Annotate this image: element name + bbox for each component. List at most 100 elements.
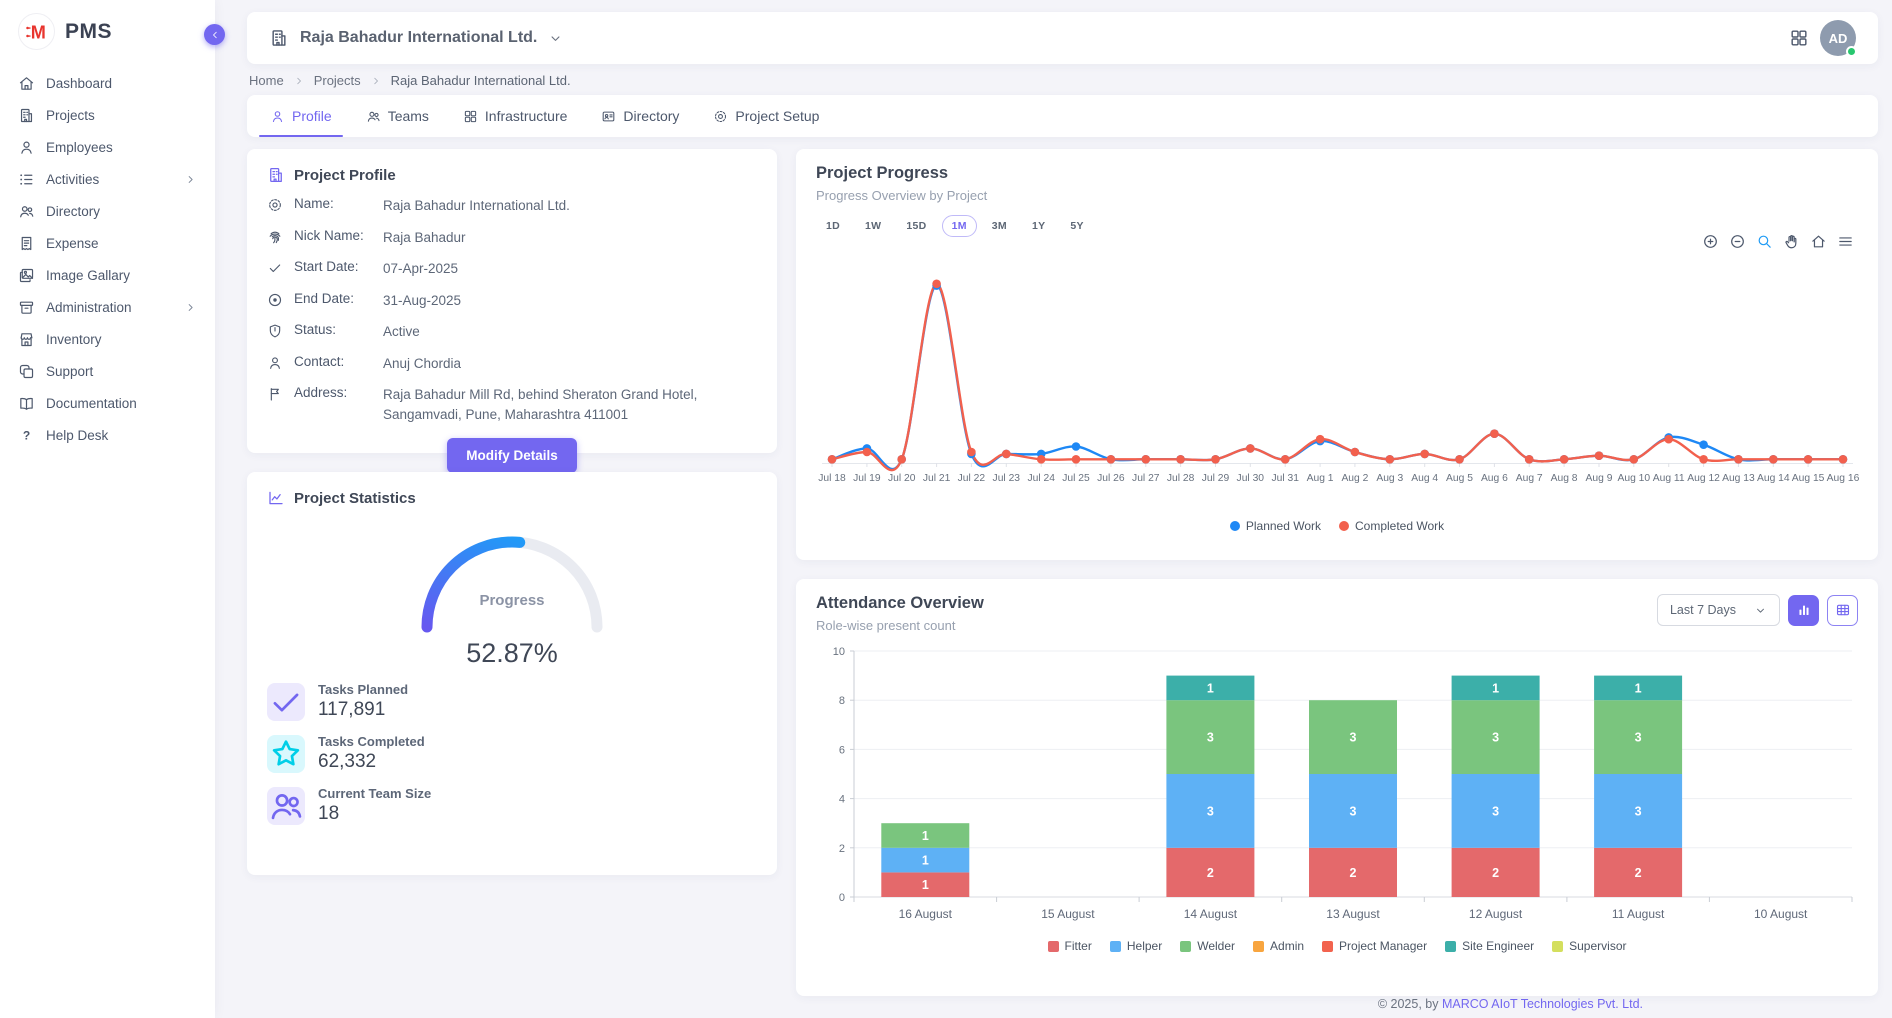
footer-company-link[interactable]: MARCO AIoT Technologies Pvt. Ltd. [1442, 997, 1643, 1011]
svg-text:Jul 29: Jul 29 [1202, 473, 1230, 484]
stat-value: 117,891 [318, 699, 408, 721]
chart-view-button[interactable] [1788, 595, 1819, 626]
star-icon [267, 735, 305, 773]
breadcrumb-item-projects[interactable]: Projects [314, 73, 361, 88]
svg-text:3: 3 [1207, 731, 1214, 745]
avatar[interactable]: AD [1820, 20, 1856, 56]
field-label: Name: [294, 196, 372, 211]
field-value: 07-Apr-2025 [383, 259, 458, 279]
bars-solid-icon [1796, 602, 1812, 618]
legend-fitter[interactable]: Fitter [1048, 939, 1092, 953]
legend-welder[interactable]: Welder [1180, 939, 1235, 953]
sidebar-item-label: Administration [46, 300, 132, 315]
tab-directory[interactable]: Directory [584, 95, 696, 137]
statistics-list: Tasks Planned 117,891 Tasks Completed 62… [267, 682, 757, 825]
svg-text:11 August: 11 August [1612, 907, 1665, 921]
range-button-15d[interactable]: 15D [896, 215, 936, 237]
pms-logo-icon: M [18, 13, 55, 50]
svg-text:Jul 19: Jul 19 [853, 473, 881, 484]
legend-swatch [1048, 941, 1059, 952]
svg-text:1: 1 [922, 878, 929, 892]
svg-text:Jul 23: Jul 23 [993, 473, 1021, 484]
sidebar-item-inventory[interactable]: Inventory [0, 324, 215, 355]
legend-helper[interactable]: Helper [1110, 939, 1162, 953]
apps-grid-icon[interactable] [1789, 28, 1809, 48]
sidebar-item-directory[interactable]: Directory [0, 196, 215, 227]
range-button-1d[interactable]: 1D [816, 215, 850, 237]
modify-details-button[interactable]: Modify Details [447, 438, 577, 473]
range-button-5y[interactable]: 5Y [1060, 215, 1093, 237]
attendance-subtitle: Role-wise present count [816, 618, 984, 633]
svg-text:Jul 18: Jul 18 [818, 473, 846, 484]
sidebar-item-support[interactable]: Support [0, 356, 215, 387]
building-icon [267, 166, 285, 184]
sidebar-item-help-desk[interactable]: ? Help Desk [0, 420, 215, 451]
flag-icon [267, 386, 283, 402]
range-button-1m[interactable]: 1M [942, 215, 977, 237]
legend-completed-work[interactable]: Completed Work [1339, 519, 1444, 533]
view-toggle-buttons [1788, 595, 1858, 626]
range-select[interactable]: Last 7 Days [1657, 594, 1780, 626]
legend-planned-work[interactable]: Planned Work [1230, 519, 1321, 533]
tab-label: Teams [388, 108, 429, 124]
tab-infrastructure[interactable]: Infrastructure [446, 95, 584, 137]
svg-text:1: 1 [1635, 681, 1642, 695]
sidebar-item-dashboard[interactable]: Dashboard [0, 68, 215, 99]
tab-project-setup[interactable]: Project Setup [696, 95, 836, 137]
sidebar-item-label: Employees [46, 140, 113, 155]
svg-text:3: 3 [1492, 804, 1499, 818]
table-view-button[interactable] [1827, 595, 1858, 626]
sidebar-collapse-button[interactable] [204, 24, 225, 45]
sidebar-item-label: Documentation [46, 396, 137, 411]
sidebar-item-image-gallary[interactable]: Image Gallary [0, 260, 215, 291]
attendance-header: Attendance Overview Role-wise present co… [816, 594, 1858, 633]
chart-menu-icon[interactable] [1837, 233, 1854, 250]
app-root: M PMS Dashboard Projects Employees Activ… [0, 0, 1892, 1018]
svg-text:Jul 30: Jul 30 [1237, 473, 1265, 484]
legend-site-engineer[interactable]: Site Engineer [1445, 939, 1534, 953]
profile-actions: Modify Details [267, 438, 757, 473]
tab-teams[interactable]: Teams [349, 95, 446, 137]
profile-fields: Name: Raja Bahadur International Ltd. Ni… [267, 196, 757, 425]
breadcrumb-item-home[interactable]: Home [249, 73, 284, 88]
range-button-3m[interactable]: 3M [982, 215, 1017, 237]
progress-gauge-svg: Progress [402, 523, 622, 639]
legend-admin[interactable]: Admin [1253, 939, 1304, 953]
svg-text:1: 1 [1207, 681, 1214, 695]
sidebar-item-label: Directory [46, 204, 100, 219]
zoom-out-icon[interactable] [1729, 233, 1746, 250]
attendance-bar-chart: 024681011116 August15 August233114 Augus… [816, 641, 1858, 934]
range-button-1w[interactable]: 1W [855, 215, 891, 237]
tab-profile[interactable]: Profile [253, 95, 349, 137]
company-chevron-down-icon[interactable] [548, 31, 563, 46]
zoom-in-icon[interactable] [1702, 233, 1719, 250]
sidebar-item-label: Support [46, 364, 93, 379]
progress-line-chart: Jul 18Jul 19Jul 20Jul 21Jul 22Jul 23Jul … [816, 261, 1858, 514]
svg-text:3: 3 [1635, 804, 1642, 818]
profile-field-start-date: Start Date: 07-Apr-2025 [267, 259, 757, 279]
company-name[interactable]: Raja Bahadur International Ltd. [300, 29, 537, 47]
svg-text:Aug 11: Aug 11 [1653, 473, 1685, 484]
profile-field-status: Status: Active [267, 322, 757, 342]
sidebar-item-activities[interactable]: Activities [0, 164, 215, 195]
sidebar-item-documentation[interactable]: Documentation [0, 388, 215, 419]
sidebar-item-projects[interactable]: Projects [0, 100, 215, 131]
field-value: Anuj Chordia [383, 354, 461, 374]
tabs-bar: Profile Teams Infrastructure Directory P… [247, 95, 1878, 137]
sidebar-item-administration[interactable]: Administration [0, 292, 215, 323]
pan-icon[interactable] [1783, 233, 1800, 250]
range-button-1y[interactable]: 1Y [1022, 215, 1055, 237]
list-icon [18, 171, 35, 188]
legend-supervisor[interactable]: Supervisor [1552, 939, 1626, 953]
sidebar-item-employees[interactable]: Employees [0, 132, 215, 163]
svg-text:Aug 12: Aug 12 [1687, 473, 1720, 484]
stat-tasks-completed: Tasks Completed 62,332 [267, 734, 757, 773]
svg-text:14 August: 14 August [1184, 907, 1238, 921]
svg-text:Jul 27: Jul 27 [1132, 473, 1160, 484]
reset-zoom-home-icon[interactable] [1810, 233, 1827, 250]
breadcrumb-item-raja-bahadur-international-ltd: Raja Bahadur International Ltd. [391, 73, 571, 88]
selection-zoom-icon[interactable] [1756, 233, 1773, 250]
legend-project-manager[interactable]: Project Manager [1322, 939, 1427, 953]
check-icon [267, 260, 283, 276]
sidebar-item-expense[interactable]: Expense [0, 228, 215, 259]
